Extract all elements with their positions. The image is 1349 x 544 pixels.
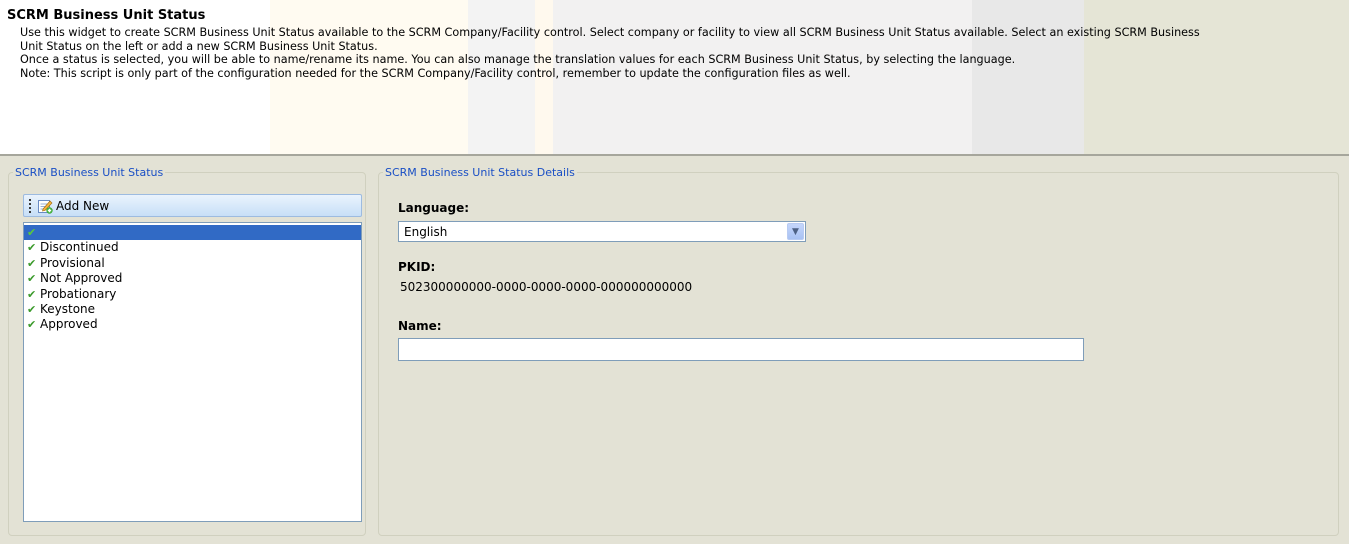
list-item-label: Approved: [40, 317, 98, 332]
language-label: Language:: [398, 201, 470, 215]
status-list-legend: SCRM Business Unit Status: [15, 166, 164, 179]
list-item[interactable]: ✔ Keystone: [24, 302, 361, 317]
list-item[interactable]: ✔ Provisional: [24, 256, 361, 271]
page-title: SCRM Business Unit Status: [7, 8, 206, 23]
language-select[interactable]: English ▼: [398, 221, 806, 242]
check-icon: ✔: [27, 318, 37, 332]
header-panel: SCRM Business Unit Status Use this widge…: [0, 0, 1349, 156]
check-icon: ✔: [27, 272, 37, 286]
description-line: Once a status is selected, you will be a…: [20, 53, 1016, 67]
list-item[interactable]: ✔ Discontinued: [24, 240, 361, 255]
chevron-down-icon[interactable]: ▼: [787, 223, 804, 240]
check-icon: ✔: [27, 226, 37, 239]
description-line: Unit Status on the left or add a new SCR…: [20, 39, 378, 53]
pkid-label: PKID:: [398, 260, 436, 274]
list-item[interactable]: ✔ Approved: [24, 317, 361, 332]
list-item-label: Probationary: [40, 286, 117, 301]
description-line: Use this widget to create SCRM Business …: [20, 26, 1200, 39]
list-item[interactable]: ✔: [24, 225, 361, 241]
list-item-label: Discontinued: [40, 240, 119, 255]
status-details-legend: SCRM Business Unit Status Details: [385, 166, 575, 179]
status-list[interactable]: ✔ ✔ Discontinued ✔ Provisional ✔ Not App…: [23, 222, 362, 522]
add-new-icon: [37, 198, 53, 214]
check-icon: ✔: [27, 287, 37, 301]
check-icon: ✔: [27, 256, 37, 270]
list-toolbar: Add New: [23, 194, 362, 217]
header-description: Use this widget to create SCRM Business …: [20, 26, 1340, 80]
add-new-button[interactable]: Add New: [37, 196, 109, 215]
toolbar-grip[interactable]: [29, 199, 31, 213]
list-item[interactable]: ✔ Probationary: [24, 287, 361, 302]
check-icon: ✔: [27, 241, 37, 255]
name-label: Name:: [398, 319, 442, 333]
list-item[interactable]: ✔ Not Approved: [24, 271, 361, 286]
pkid-value: 502300000000-0000-0000-0000-000000000000: [400, 280, 693, 294]
language-value: English: [404, 225, 448, 239]
description-line: Note: This script is only part of the co…: [20, 66, 851, 80]
list-item-label: Provisional: [40, 255, 105, 270]
name-field[interactable]: [398, 338, 1084, 361]
list-item-label: Keystone: [40, 301, 96, 316]
list-item-label: Not Approved: [40, 271, 123, 286]
add-new-label: Add New: [56, 198, 110, 213]
check-icon: ✔: [27, 302, 37, 316]
